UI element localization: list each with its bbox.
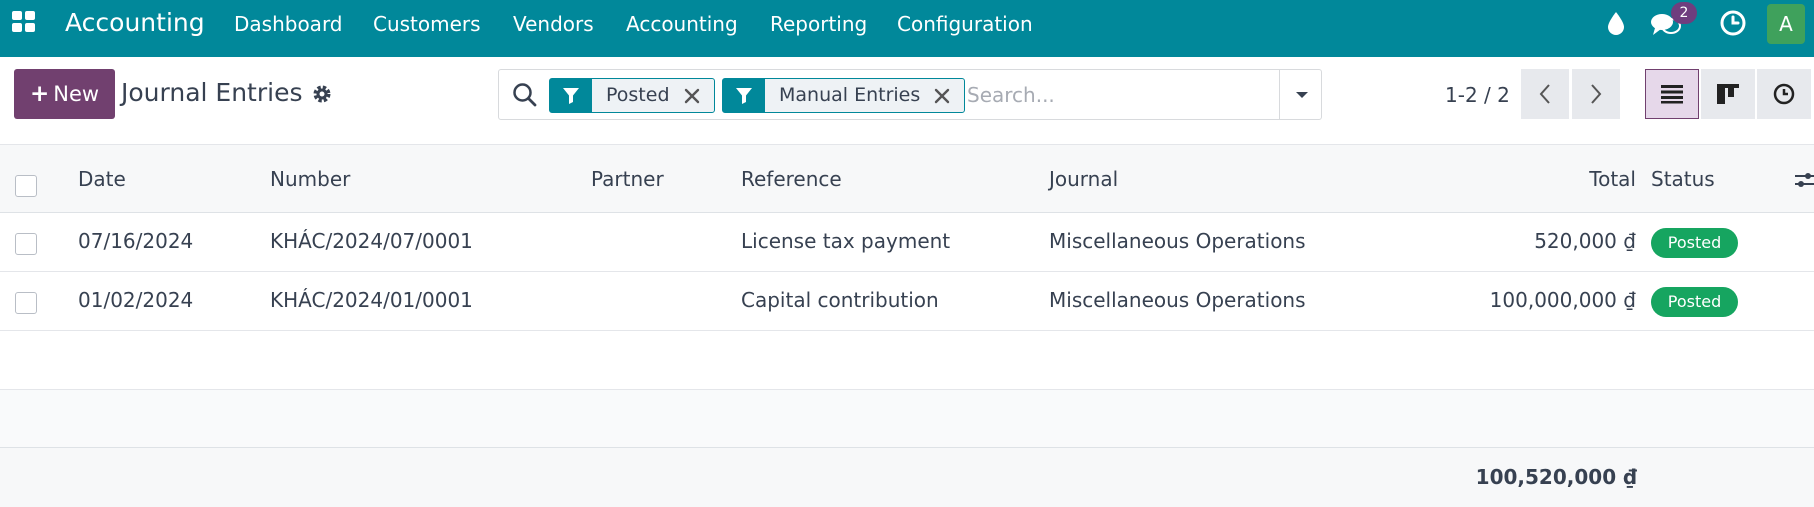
list-view-icon — [1661, 85, 1683, 104]
facet-posted: Posted — [549, 78, 715, 113]
activity-view-icon — [1773, 83, 1795, 105]
pager-next-button[interactable] — [1572, 69, 1620, 119]
row-date: 07/16/2024 — [78, 229, 194, 253]
control-panel: + New Journal Entries Posted Manual Entri… — [0, 57, 1814, 145]
row-date: 01/02/2024 — [78, 288, 194, 312]
filter-icon — [723, 79, 765, 112]
column-header-status[interactable]: Status — [1651, 167, 1715, 191]
search-bar: Posted Manual Entries — [498, 69, 1322, 120]
column-header-reference[interactable]: Reference — [741, 167, 842, 191]
row-reference: License tax payment — [741, 229, 951, 253]
facet-value: Manual Entries — [779, 84, 921, 106]
row-journal: Miscellaneous Operations — [1049, 229, 1306, 253]
user-avatar[interactable]: A — [1767, 4, 1805, 44]
main-navbar: Accounting Dashboard Customers Vendors A… — [0, 0, 1814, 57]
total-sum: 100,520,000 ₫ — [1475, 465, 1637, 489]
kanban-view-icon — [1717, 84, 1739, 104]
row-total: 100,000,000 ₫ — [1489, 288, 1636, 312]
new-button-label: New — [53, 82, 100, 106]
column-header-number[interactable]: Number — [270, 167, 350, 191]
status-badge: Posted — [1651, 287, 1738, 317]
new-button[interactable]: + New — [14, 69, 115, 119]
page-title: Journal Entries — [121, 78, 303, 107]
empty-row — [0, 390, 1814, 449]
search-options-toggle[interactable] — [1279, 70, 1323, 119]
chevron-right-icon — [1591, 84, 1602, 104]
menu-reporting[interactable]: Reporting — [770, 12, 867, 36]
table-footer: 100,520,000 ₫ — [0, 447, 1814, 507]
menu-configuration[interactable]: Configuration — [897, 12, 1033, 36]
search-input[interactable] — [967, 78, 1267, 112]
menu-vendors[interactable]: Vendors — [513, 12, 594, 36]
messages-count-badge: 2 — [1671, 2, 1697, 24]
activity-view-button[interactable] — [1757, 69, 1811, 119]
column-header-total[interactable]: Total — [1589, 167, 1636, 191]
row-number: KHÁC/2024/07/0001 — [270, 229, 473, 253]
table-row[interactable]: 01/02/2024 KHÁC/2024/01/0001 Capital con… — [0, 272, 1814, 331]
menu-dashboard[interactable]: Dashboard — [234, 12, 343, 36]
row-journal: Miscellaneous Operations — [1049, 288, 1306, 312]
row-checkbox[interactable] — [15, 292, 37, 314]
chevron-left-icon — [1539, 84, 1550, 104]
row-total: 520,000 ₫ — [1534, 229, 1636, 253]
close-icon[interactable] — [934, 79, 964, 112]
facet-manual-entries: Manual Entries — [722, 78, 966, 113]
clock-icon[interactable] — [1720, 10, 1746, 40]
drop-icon[interactable] — [1606, 10, 1626, 40]
apps-menu-icon[interactable] — [12, 11, 36, 33]
column-header-date[interactable]: Date — [78, 167, 126, 191]
optional-columns-icon[interactable] — [1794, 169, 1814, 195]
caret-down-icon — [1295, 91, 1308, 98]
menu-accounting[interactable]: Accounting — [626, 12, 738, 36]
search-icon[interactable] — [512, 82, 538, 112]
select-all-checkbox[interactable] — [15, 175, 37, 197]
row-reference: Capital contribution — [741, 288, 939, 312]
kanban-view-button[interactable] — [1701, 69, 1755, 119]
row-checkbox[interactable] — [15, 233, 37, 255]
plus-icon: + — [29, 81, 50, 107]
pager-previous-button[interactable] — [1521, 69, 1569, 119]
table-header: Date Number Partner Reference Journal To… — [0, 145, 1814, 213]
row-number: KHÁC/2024/01/0001 — [270, 288, 473, 312]
table-row[interactable]: 07/16/2024 KHÁC/2024/07/0001 License tax… — [0, 213, 1814, 272]
status-badge: Posted — [1651, 228, 1738, 258]
column-header-journal[interactable]: Journal — [1049, 167, 1118, 191]
facet-value: Posted — [606, 84, 670, 106]
list-view-button[interactable] — [1645, 69, 1699, 119]
app-brand[interactable]: Accounting — [65, 8, 205, 37]
menu-customers[interactable]: Customers — [373, 12, 481, 36]
column-header-partner[interactable]: Partner — [591, 167, 664, 191]
close-icon[interactable] — [684, 79, 714, 112]
pager-value[interactable]: 1-2 / 2 — [1445, 83, 1510, 107]
gear-icon[interactable] — [311, 83, 333, 109]
filter-icon — [550, 79, 592, 112]
empty-row — [0, 331, 1814, 390]
